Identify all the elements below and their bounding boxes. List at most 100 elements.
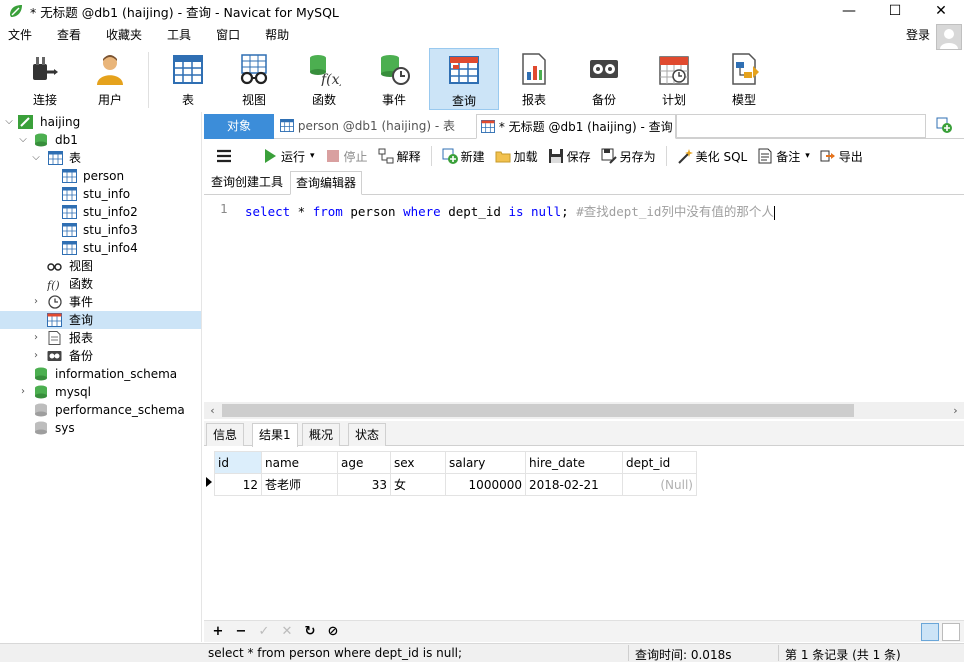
tree-events[interactable]: › 事件 [0,293,201,311]
run-button[interactable]: 运行 ▾ [262,148,315,165]
menu-tools[interactable]: 工具 [159,26,203,43]
tree-table-stu-info[interactable]: stu_info [0,185,201,203]
tree-db-sys[interactable]: sys [0,419,201,437]
apply-changes-button[interactable]: ✓ [255,623,273,641]
cell-name[interactable]: 苍老师 [261,473,338,496]
close-button[interactable]: ✕ [918,0,964,22]
cell-id[interactable]: 12 [214,473,262,496]
cell-age[interactable]: 33 [337,473,391,496]
form-view-icon[interactable] [942,623,960,641]
menu-help[interactable]: 帮助 [257,26,301,43]
cell-sex[interactable]: 女 [390,473,446,496]
table-row[interactable]: 12 苍老师 33 女 1000000 2018-02-21 (Null) [214,473,697,496]
expand-icon[interactable]: › [30,329,42,347]
tree-views[interactable]: 视图 [0,257,201,275]
run-dropdown-chevron-icon[interactable]: ▾ [310,151,315,161]
collapse-icon[interactable]: ⌵ [3,113,15,131]
function-button[interactable]: f(x) 函数 [289,48,359,110]
expand-icon[interactable]: › [17,383,29,401]
sql-code-line[interactable]: select * from person where dept_id is nu… [245,201,775,220]
tree-table-stu-info2[interactable]: stu_info2 [0,203,201,221]
column-header-dept-id[interactable]: dept_id [622,451,697,474]
tab-objects[interactable]: 对象 [204,114,274,139]
login-link[interactable]: 登录 [906,26,930,43]
scroll-left-arrow-icon[interactable]: ‹ [204,402,221,419]
column-header-hire-date[interactable]: hire_date [525,451,623,474]
query-icon [47,313,62,327]
tab-untitled-query[interactable]: * 无标题 @db1 (haijing) - 查询 [476,114,676,139]
user-button[interactable]: 用户 [80,48,140,110]
model-button[interactable]: 模型 [709,48,779,110]
column-header-age[interactable]: age [337,451,391,474]
cell-hire-date[interactable]: 2018-02-21 [525,473,623,496]
tree-connection-haijing[interactable]: ⌵ haijing [0,113,201,131]
minimize-button[interactable]: — [826,0,872,22]
tree-table-person[interactable]: person [0,167,201,185]
hamburger-menu-button[interactable] [216,149,232,163]
tree-functions[interactable]: f() 函数 [0,275,201,293]
add-record-button[interactable]: + [209,623,227,641]
scroll-right-arrow-icon[interactable]: › [947,402,964,419]
new-tab-button[interactable] [932,114,960,139]
stop-loading-button[interactable]: ⊘ [324,623,342,641]
expand-icon[interactable]: › [30,293,42,311]
cell-salary[interactable]: 1000000 [445,473,526,496]
collapse-icon[interactable]: ⌵ [30,149,42,167]
column-header-sex[interactable]: sex [390,451,446,474]
avatar[interactable] [936,24,962,50]
maximize-button[interactable]: ☐ [872,0,918,22]
tab-status[interactable]: 状态 [348,423,387,446]
scrollbar-thumb[interactable] [222,404,854,417]
tab-result1[interactable]: 结果1 [252,423,298,447]
save-button[interactable]: 保存 [548,148,591,165]
stop-button[interactable]: 停止 [325,148,368,165]
backup-button[interactable]: 备份 [569,48,639,110]
view-button[interactable]: 视图 [219,48,289,110]
collapse-icon[interactable]: ⌵ [17,131,29,149]
tree-backups[interactable]: › 备份 [0,347,201,365]
tab-person-table[interactable]: person @db1 (haijing) - 表 [276,114,474,139]
comment-button[interactable]: 备注 ▾ [757,148,810,165]
tree-reports[interactable]: › 报表 [0,329,201,347]
column-header-id[interactable]: id [214,451,262,474]
grid-view-icon[interactable] [921,623,939,641]
cell-dept-id[interactable]: (Null) [622,473,697,496]
tab-query-editor[interactable]: 查询编辑器 [290,171,363,195]
tree-table-stu-info3[interactable]: stu_info3 [0,221,201,239]
tree-queries[interactable]: 查询 [0,311,201,329]
tab-overview[interactable]: 概况 [302,423,341,446]
report-button[interactable]: 报表 [499,48,569,110]
column-header-name[interactable]: name [261,451,338,474]
event-button[interactable]: 事件 [359,48,429,110]
tree-db-db1[interactable]: ⌵ db1 [0,131,201,149]
column-header-salary[interactable]: salary [445,451,526,474]
tree-db-performance-schema[interactable]: performance_schema [0,401,201,419]
query-button[interactable]: 查询 [429,48,499,110]
connect-button[interactable]: 连接 [10,48,80,110]
tab-query-builder[interactable]: 查询创建工具 [206,171,288,195]
load-button[interactable]: 加载 [495,148,538,165]
table-button[interactable]: 表 [157,48,219,110]
discard-changes-button[interactable]: ✕ [278,623,296,641]
comment-dropdown-chevron-icon[interactable]: ▾ [805,151,810,161]
sql-editor[interactable]: 1 select * from person where dept_id is … [204,196,964,402]
explain-button[interactable]: 解释 [378,148,421,165]
tab-info[interactable]: 信息 [206,423,245,446]
editor-horizontal-scrollbar[interactable]: ‹ › [204,402,964,419]
refresh-button[interactable]: ↻ [301,623,319,641]
beautify-sql-button[interactable]: 美化 SQL [677,148,747,165]
tree-tables-group[interactable]: ⌵ 表 [0,149,201,167]
menu-window[interactable]: 窗口 [208,26,252,43]
tree-table-stu-info4[interactable]: stu_info4 [0,239,201,257]
tree-db-information-schema[interactable]: information_schema [0,365,201,383]
schedule-button[interactable]: 计划 [639,48,709,110]
menu-favorites[interactable]: 收藏夹 [98,26,154,43]
export-button[interactable]: 导出 [820,148,863,165]
menu-view[interactable]: 查看 [49,26,93,43]
new-query-button[interactable]: 新建 [442,148,485,165]
tree-db-mysql[interactable]: › mysql [0,383,201,401]
save-as-button[interactable]: 另存为 [601,148,656,165]
delete-record-button[interactable]: − [232,623,250,641]
menu-file[interactable]: 文件 [0,26,44,43]
expand-icon[interactable]: › [30,347,42,365]
